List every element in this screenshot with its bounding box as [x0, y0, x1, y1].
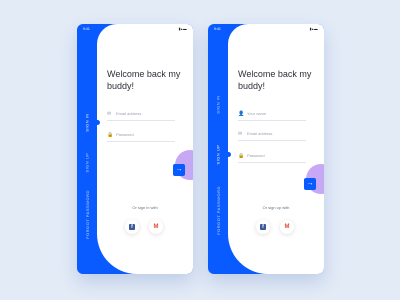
- password-placeholder: Password: [116, 132, 134, 137]
- signin-phone-frame: 9:41 SIGN IN SIGN UP FORGOT PASSWORD ▮▴▬…: [77, 24, 193, 274]
- signup-phone-frame: 9:41 SIGN IN SIGN UP FORGOT PASSWORD ▮▴▬…: [208, 24, 324, 274]
- lock-icon: 🔒: [238, 153, 245, 159]
- gmail-button[interactable]: M: [149, 220, 163, 234]
- signup-card: ▮▴▬ Welcome back my buddy! 👤 Your name ✉…: [228, 24, 324, 274]
- tab-label: SIGN UP: [84, 152, 90, 172]
- social-caption: Or sign in with: [132, 205, 158, 210]
- page-title: Welcome back my buddy!: [107, 69, 181, 91]
- lock-icon: 🔒: [107, 132, 114, 138]
- facebook-icon: f: [260, 224, 266, 230]
- submit-arrow-button[interactable]: →: [304, 178, 316, 190]
- user-icon: 👤: [238, 111, 245, 117]
- facebook-icon: f: [129, 224, 135, 230]
- tab-sign-up[interactable]: SIGN UP: [77, 142, 97, 182]
- status-time: 9:41: [214, 27, 221, 31]
- status-time: 9:41: [83, 27, 90, 31]
- email-field[interactable]: ✉ Email address: [238, 130, 306, 141]
- password-placeholder: Password: [247, 153, 265, 158]
- tab-sign-in[interactable]: SIGN IN: [208, 84, 228, 124]
- tab-sign-up[interactable]: SIGN UP: [208, 134, 228, 174]
- arrow-right-icon: →: [175, 166, 183, 173]
- gmail-icon: M: [153, 224, 159, 230]
- tab-label: SIGN IN: [215, 94, 221, 114]
- tab-label: SIGN UP: [215, 144, 221, 164]
- facebook-button[interactable]: f: [256, 220, 270, 234]
- tab-label: SIGN IN: [84, 112, 90, 132]
- facebook-button[interactable]: f: [125, 220, 139, 234]
- tab-label: FORGOT PASSWORD: [84, 189, 90, 239]
- status-icons: ▮▴▬: [178, 27, 187, 31]
- email-placeholder: Email address: [116, 111, 142, 116]
- password-field[interactable]: 🔒 Password: [238, 152, 306, 163]
- arrow-right-icon: →: [306, 180, 314, 187]
- page-title: Welcome back my buddy!: [238, 69, 312, 91]
- gmail-button[interactable]: M: [280, 220, 294, 234]
- email-field[interactable]: ✉ Email address: [107, 110, 175, 121]
- tab-label: FORGOT PASSWORD: [215, 185, 221, 235]
- name-placeholder: Your name: [247, 111, 267, 116]
- tab-sign-in[interactable]: SIGN IN: [77, 102, 97, 142]
- email-placeholder: Email address: [247, 131, 273, 136]
- password-field[interactable]: 🔒 Password: [107, 131, 175, 142]
- signin-card: ▮▴▬ Welcome back my buddy! ✉ Email addre…: [97, 24, 193, 274]
- mail-icon: ✉: [238, 131, 243, 137]
- gmail-icon: M: [284, 224, 290, 230]
- name-field[interactable]: 👤 Your name: [238, 110, 306, 121]
- tab-forgot-password[interactable]: FORGOT PASSWORD: [208, 186, 228, 235]
- status-icons: ▮▴▬: [309, 27, 318, 31]
- tab-forgot-password[interactable]: FORGOT PASSWORD: [77, 190, 97, 239]
- social-caption: Or sign up with: [262, 205, 290, 210]
- mail-icon: ✉: [107, 111, 112, 117]
- submit-arrow-button[interactable]: →: [173, 164, 185, 176]
